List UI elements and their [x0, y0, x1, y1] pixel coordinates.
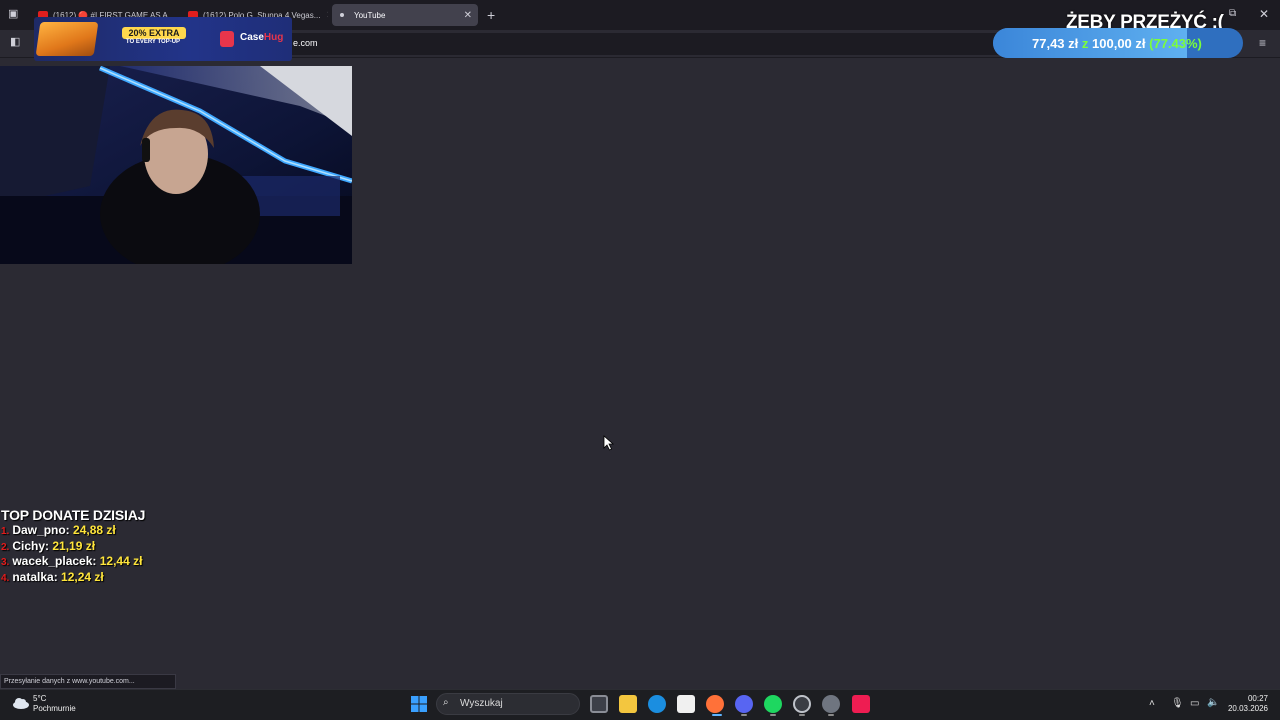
taskbar-search-box[interactable]: [436, 693, 580, 715]
promo-badge: 20% EXTRA: [122, 27, 186, 39]
donation-amount: 24,88 zł: [73, 523, 116, 537]
sidebar-toggle-icon[interactable]: ◧: [10, 37, 20, 48]
webcam-video: [0, 66, 352, 264]
firefox-active-indicator: [712, 714, 722, 716]
microphone-icon[interactable]: 🎙: [1171, 698, 1184, 709]
close-window-icon[interactable]: ✕: [1259, 8, 1269, 20]
donation-name: natalka:: [12, 569, 58, 584]
promo-subtitle: TO EVERY TOP-UP: [125, 39, 181, 45]
donation-row: 3. wacek_placek: 12,44 zł: [1, 554, 145, 570]
weather-condition[interactable]: Pochmurnie: [33, 704, 76, 713]
menu-hamburger-icon[interactable]: ≡: [1259, 37, 1266, 49]
loading-dot-icon: [340, 13, 344, 17]
task-view-icon[interactable]: [590, 695, 608, 713]
network-icon[interactable]: ▭: [1190, 698, 1199, 709]
spotify-icon[interactable]: [764, 695, 782, 713]
cloud-weather-icon[interactable]: [12, 697, 30, 709]
browser-status-bar: Przesyłanie danych z www.youtube.com...: [0, 674, 176, 689]
search-icon: ⌕: [443, 697, 449, 708]
casehug-logo-icon: [220, 31, 234, 47]
tab-close-icon[interactable]: ✕: [320, 10, 328, 21]
goal-amount-text: 77,43 zł z 100,00 zł (77.43%): [1032, 36, 1202, 51]
file-explorer-icon[interactable]: [619, 695, 637, 713]
donation-name: Cichy:: [12, 538, 50, 553]
windows-taskbar: [0, 689, 1280, 720]
tab-list-icon[interactable]: ▣: [8, 9, 18, 20]
donation-rank: 1.: [1, 526, 10, 537]
goal-target: 100,00 zł: [1092, 36, 1146, 51]
promo-brand: CaseHug: [240, 32, 283, 43]
donation-amount: 21,19 zł: [52, 538, 96, 553]
tiktok-icon[interactable]: [852, 695, 870, 713]
tab-youtube-active[interactable]: YouTube ✕: [332, 4, 478, 26]
search-placeholder[interactable]: Wyszukaj: [460, 698, 503, 709]
brand-main: Case: [240, 32, 264, 43]
donation-amount: 12,24 zł: [61, 569, 104, 584]
donation-rank: 3.: [1, 557, 10, 568]
firefox-icon[interactable]: [706, 695, 724, 713]
mouse-cursor-icon: [603, 435, 615, 451]
donation-row: 2. Cichy: 21,19 zł: [1, 539, 145, 555]
goal-current: 77,43 zł: [1032, 36, 1079, 51]
chevron-up-icon[interactable]: ˄: [1149, 698, 1155, 709]
restore-window-icon[interactable]: ⧉: [1229, 9, 1236, 19]
donation-row: 4. natalka: 12,24 zł: [1, 570, 145, 586]
donation-rank: 2.: [1, 541, 10, 553]
windows-start-icon[interactable]: [411, 696, 427, 712]
donation-rank: 4.: [1, 572, 10, 584]
weather-temperature[interactable]: 5°C: [33, 694, 46, 703]
webcam-scene-image: [0, 66, 352, 264]
donation-row: 1. Daw_pno: 24,88 zł: [1, 523, 145, 539]
donation-name: Daw_pno:: [12, 523, 70, 537]
clock-time[interactable]: 00:27: [1232, 694, 1268, 703]
store-icon[interactable]: [677, 695, 695, 713]
new-tab-plus-icon[interactable]: +: [487, 8, 495, 22]
discord-icon[interactable]: [735, 695, 753, 713]
settings-icon[interactable]: [822, 695, 840, 713]
volume-icon[interactable]: 🔈: [1207, 697, 1219, 708]
clock-date[interactable]: 20.03.2026: [1226, 704, 1268, 713]
donation-amount: 12,44 zł: [99, 554, 143, 568]
donation-name: wacek_placek:: [12, 554, 97, 568]
tab-label: YouTube: [354, 10, 386, 20]
url-text[interactable]: e.com: [293, 38, 318, 48]
goal-percent: (77.43%): [1149, 36, 1202, 51]
app-running-indicator: [799, 714, 805, 716]
gift-box-icon: [35, 22, 99, 56]
top-donations-title: TOP DONATE DZISIAJ: [1, 507, 146, 523]
app-running-indicator: [741, 714, 747, 716]
tab-close-icon[interactable]: ✕: [458, 10, 472, 21]
app-running-indicator: [770, 714, 776, 716]
steam-icon[interactable]: [793, 695, 811, 713]
top-donations-panel: TOP DONATE DZISIAJ 1. Daw_pno: 24,88 zł 2…: [1, 507, 145, 585]
goal-connector: z: [1081, 36, 1089, 51]
casehug-promo-banner: 20% EXTRA TO EVERY TOP-UP CaseHug: [34, 17, 292, 61]
brand-accent: Hug: [263, 32, 284, 43]
app-running-indicator: [828, 714, 834, 716]
edge-icon[interactable]: [648, 695, 666, 713]
